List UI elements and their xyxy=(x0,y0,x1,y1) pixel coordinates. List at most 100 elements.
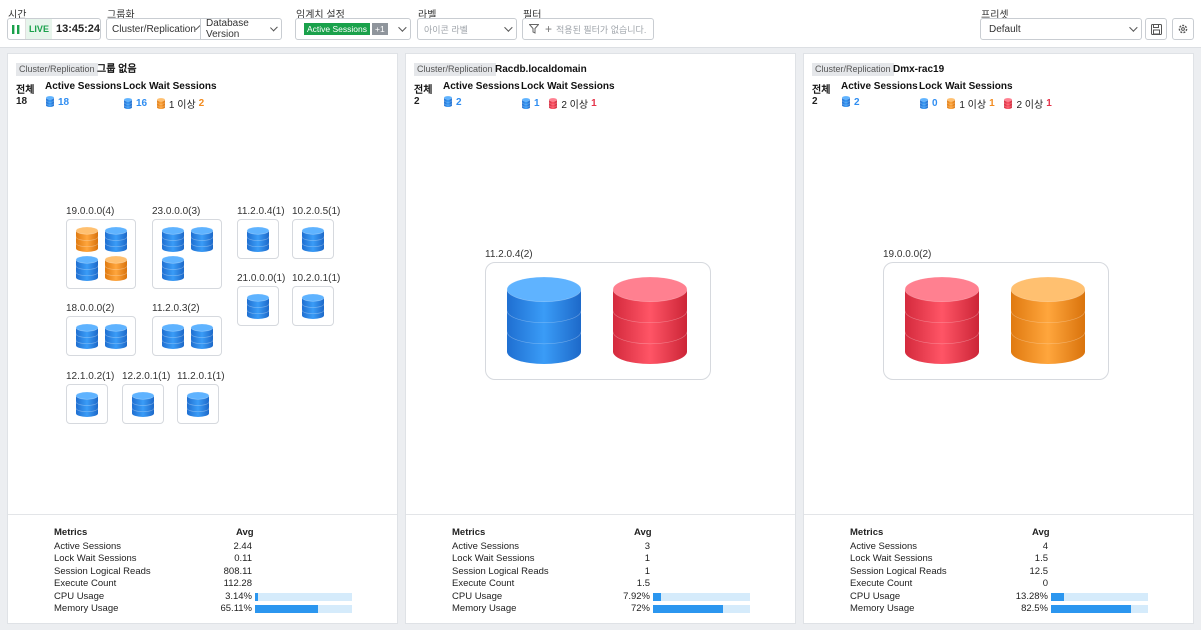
avg-header: Avg xyxy=(634,527,652,538)
chevron-down-icon xyxy=(398,23,407,32)
database-instance-icon[interactable] xyxy=(186,391,210,418)
group-box[interactable] xyxy=(122,384,164,424)
panel-title: Racdb.localdomain xyxy=(495,64,587,75)
lock-level2-count: 1 xyxy=(591,98,597,109)
metric-name: Session Logical Reads xyxy=(850,565,947,577)
lock-normal-count: 1 xyxy=(534,98,540,109)
usage-bar xyxy=(1051,592,1148,601)
db-icon xyxy=(45,95,55,108)
usage-bar xyxy=(255,592,352,601)
metric-avg: 1 xyxy=(644,553,650,565)
filter-icon xyxy=(529,24,539,34)
db-icon[interactable] xyxy=(521,97,531,110)
group-label: 11.2.0.1(1) xyxy=(177,371,225,382)
database-instance-icon[interactable] xyxy=(246,293,270,320)
panel-tag: Cluster/Replication xyxy=(812,63,894,76)
group-box[interactable] xyxy=(237,286,279,326)
db-icon[interactable] xyxy=(841,95,851,108)
metrics-divider xyxy=(804,514,1193,515)
group-primary-select[interactable]: Cluster/Replication xyxy=(106,18,201,40)
metric-name: Active Sessions xyxy=(452,541,520,552)
group-box[interactable] xyxy=(292,286,334,326)
metric-avg: 3.14% xyxy=(225,590,252,602)
database-instance-icon[interactable] xyxy=(161,323,185,350)
database-instance-icon[interactable] xyxy=(190,226,214,253)
database-instance-icon[interactable] xyxy=(75,323,99,350)
panel-title: 그룹 없음 xyxy=(97,64,137,75)
usage-bar xyxy=(255,605,352,613)
usage-bar-fill xyxy=(653,605,723,613)
metric-name: Active Sessions xyxy=(850,541,918,552)
group-box[interactable] xyxy=(66,316,136,356)
group-box[interactable] xyxy=(177,384,219,424)
threshold-more: +1 xyxy=(372,23,388,35)
db-critical-icon[interactable] xyxy=(1003,97,1013,110)
metric-avg: 65.11% xyxy=(220,603,252,614)
metric-name: Execute Count xyxy=(850,578,913,590)
group-panel: Cluster/Replication Racdb.localdomain 전체 Ac… xyxy=(405,53,796,624)
database-instance-icon[interactable] xyxy=(104,226,128,253)
database-instance-icon[interactable] xyxy=(1010,276,1086,365)
group-label: 21.0.0.0(1) xyxy=(237,273,286,284)
total-header: 전체 xyxy=(414,85,433,96)
database-instance-icon[interactable] xyxy=(246,226,270,253)
database-instance-icon[interactable] xyxy=(104,323,128,350)
usage-bar-fill xyxy=(1051,605,1132,613)
lock-normal-count: 0 xyxy=(932,98,938,109)
database-instance-icon[interactable] xyxy=(131,391,155,418)
tag-select[interactable]: 아이콘 라벨 xyxy=(417,18,517,40)
metric-avg: 112.28 xyxy=(223,578,252,590)
group-box[interactable] xyxy=(152,316,222,356)
threshold-chip: Active Sessions xyxy=(304,23,370,35)
usage-bar-fill xyxy=(255,605,319,613)
group-box[interactable] xyxy=(66,219,136,289)
total-header: 전체 xyxy=(16,85,35,96)
group-box[interactable] xyxy=(66,384,108,424)
preset-select[interactable]: Default xyxy=(980,18,1142,40)
database-instance-icon[interactable] xyxy=(161,255,185,282)
database-instance-icon[interactable] xyxy=(104,255,128,282)
metric-name: Session Logical Reads xyxy=(54,565,151,577)
group-label: 19.0.0.0(4) xyxy=(66,206,115,217)
group-secondary-select[interactable]: Database Version xyxy=(200,18,282,40)
chevron-down-icon xyxy=(504,23,513,32)
save-preset-button[interactable] xyxy=(1145,18,1167,40)
db-icon[interactable] xyxy=(919,97,929,110)
threshold-select[interactable]: Active Sessions +1 xyxy=(295,18,411,40)
database-instance-icon[interactable] xyxy=(506,276,582,365)
metric-name: Memory Usage xyxy=(452,603,517,614)
group-box[interactable] xyxy=(883,262,1109,380)
metric-avg: 82.5% xyxy=(1021,603,1048,614)
database-instance-icon[interactable] xyxy=(301,226,325,253)
database-instance-icon[interactable] xyxy=(904,276,980,365)
lock-level1-label: 1 이상 xyxy=(959,100,987,111)
db-critical-icon[interactable] xyxy=(548,97,558,110)
group-label: 11.2.0.3(2) xyxy=(152,303,200,314)
pause-icon[interactable] xyxy=(8,19,26,39)
database-instance-icon[interactable] xyxy=(161,226,185,253)
group-box[interactable] xyxy=(292,219,334,259)
usage-bar xyxy=(1051,605,1148,613)
group-box[interactable] xyxy=(485,262,711,380)
group-box[interactable] xyxy=(152,219,222,289)
database-instance-icon[interactable] xyxy=(75,226,99,253)
active-count: 18 xyxy=(58,96,70,108)
database-instance-icon[interactable] xyxy=(612,276,688,365)
db-icon[interactable] xyxy=(443,95,453,108)
db-icon[interactable] xyxy=(45,95,55,108)
db-icon[interactable] xyxy=(123,97,133,110)
db-warning-icon[interactable] xyxy=(946,97,956,110)
filter-placeholder: 적용된 필터가 없습니다. xyxy=(556,24,647,35)
avg-header: Avg xyxy=(236,527,254,538)
metric-avg: 7.92% xyxy=(623,590,650,602)
metric-avg: 0.11 xyxy=(234,553,252,565)
db-warning-icon[interactable] xyxy=(156,97,166,110)
group-box[interactable] xyxy=(237,219,279,259)
database-instance-icon[interactable] xyxy=(301,293,325,320)
save-icon xyxy=(1150,23,1162,35)
database-instance-icon[interactable] xyxy=(190,323,214,350)
database-instance-icon[interactable] xyxy=(75,255,99,282)
filter-input[interactable]: + 적용된 필터가 없습니다. xyxy=(522,18,654,40)
database-instance-icon[interactable] xyxy=(75,391,99,418)
settings-button[interactable] xyxy=(1172,18,1194,40)
